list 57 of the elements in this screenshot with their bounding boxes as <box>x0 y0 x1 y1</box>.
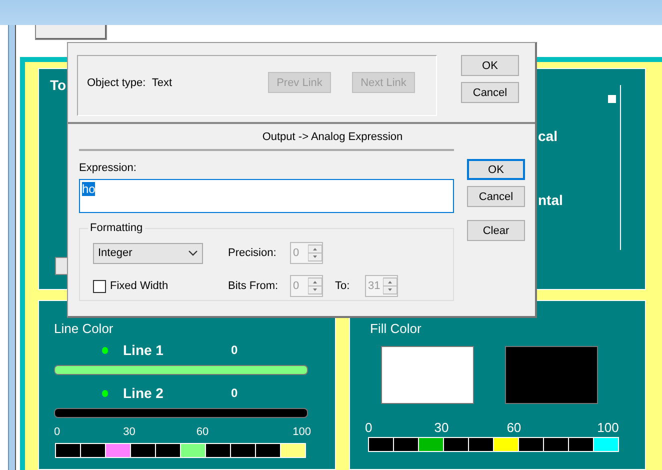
scale-label: 60 <box>196 426 209 440</box>
color-swatch[interactable] <box>206 444 230 457</box>
clear-button[interactable]: Clear <box>467 220 525 241</box>
color-swatch[interactable] <box>131 444 155 457</box>
scale-label: 100 <box>597 420 619 436</box>
field-label: Bits From: <box>228 280 280 292</box>
cancel-button[interactable]: Cancel <box>467 186 525 207</box>
color-swatch[interactable] <box>494 438 518 451</box>
button[interactable] <box>35 25 107 40</box>
scale-label: 0 <box>54 426 60 440</box>
line-label: Line 1 <box>123 342 164 358</box>
color-swatch[interactable] <box>81 444 105 457</box>
color-swatch[interactable] <box>569 438 593 451</box>
scale-label: 0 <box>365 420 372 436</box>
checkbox-label: Fixed Width <box>110 280 168 292</box>
group-title: Formatting <box>88 222 145 234</box>
panel-label: ntal <box>538 192 564 208</box>
color-swatch[interactable] <box>181 444 205 457</box>
color-swatch[interactable] <box>419 438 443 451</box>
ok-button[interactable]: OK <box>467 159 525 180</box>
color-swatch[interactable] <box>469 438 493 451</box>
field-label: Expression: <box>79 162 138 174</box>
color-swatch[interactable] <box>256 444 280 457</box>
color-swatch[interactable] <box>56 444 80 457</box>
field-label: To: <box>335 280 351 292</box>
line-value: 0 <box>231 386 238 400</box>
square-icon <box>608 95 616 103</box>
color-swatch[interactable] <box>369 438 393 451</box>
format-dropdown[interactable]: Integer <box>93 242 203 264</box>
section-title: Output -> Analog Expression <box>79 124 454 151</box>
scale-label: 60 <box>506 420 522 436</box>
expression-field[interactable]: ho <box>79 179 454 213</box>
scale-label: 100 <box>292 426 311 440</box>
color-swatch[interactable] <box>156 444 180 457</box>
color-swatch[interactable] <box>444 438 468 451</box>
color-swatch[interactable] <box>594 438 618 451</box>
color-swatch[interactable] <box>281 444 305 457</box>
panel-label: cal <box>538 128 558 144</box>
color-swatch[interactable] <box>544 438 568 451</box>
panel-title: Fill Color <box>370 321 422 336</box>
color-swatch[interactable] <box>231 444 255 457</box>
ok-button[interactable]: OK <box>461 55 519 76</box>
cancel-button[interactable]: Cancel <box>461 82 519 103</box>
line-value: 0 <box>231 343 238 357</box>
color-swatch[interactable] <box>394 438 418 451</box>
checkbox[interactable] <box>93 280 106 292</box>
color-swatch[interactable] <box>519 438 543 451</box>
scale-label: 30 <box>434 420 449 436</box>
line-label: Line 2 <box>123 385 164 401</box>
chevron-down-icon <box>188 250 198 256</box>
field-label: Object type: <box>87 76 147 88</box>
color-swatch[interactable] <box>106 444 130 457</box>
panel-title: Line Color <box>54 321 114 336</box>
scale-label: 30 <box>123 426 136 440</box>
field-value: Text <box>152 76 174 88</box>
field-label: Precision: <box>228 247 278 259</box>
panel-title: To <box>50 77 66 93</box>
